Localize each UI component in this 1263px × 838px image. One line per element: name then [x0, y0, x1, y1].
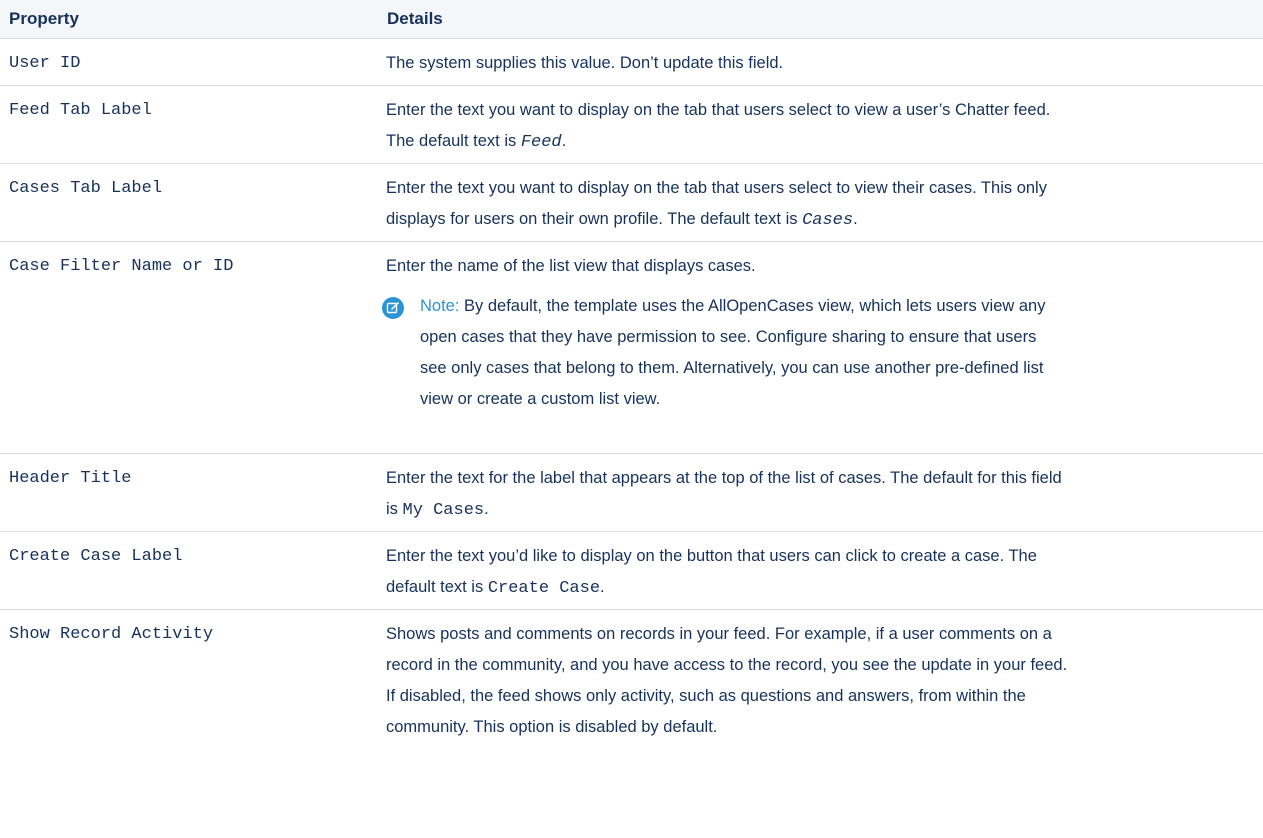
column-header-property: Property	[9, 9, 79, 28]
property-name: Create Case Label	[9, 547, 183, 566]
default-value-code: My Cases	[402, 501, 485, 520]
details-text: .	[600, 578, 605, 596]
property-details: Enter the text you want to display on th…	[380, 86, 1253, 163]
note-callout: Note: By default, the template uses the …	[382, 291, 1253, 415]
note-label: Note:	[420, 297, 460, 315]
details-line: displays for users on their own profile.…	[386, 204, 1253, 236]
column-header-details: Details	[387, 9, 443, 28]
property-name: Header Title	[9, 469, 132, 488]
details-line: default text is Create Case.	[386, 572, 1253, 604]
table-row: Create Case Label Enter the text you’d l…	[0, 532, 1263, 610]
details-text: displays for users on their own profile.…	[386, 210, 803, 228]
table-row: Case Filter Name or ID Enter the name of…	[0, 242, 1263, 454]
property-name: Feed Tab Label	[9, 101, 152, 120]
details-text: The default text is	[386, 132, 521, 150]
note-line: Note: By default, the template uses the …	[420, 291, 1046, 322]
details-line: Enter the text you’d like to display on …	[386, 547, 1037, 565]
details-line: is My Cases.	[386, 494, 1253, 526]
note-body: By default, the template uses the AllOpe…	[459, 297, 1046, 315]
details-text: .	[853, 210, 858, 228]
default-value-code: Create Case	[487, 579, 601, 598]
details-text: default text is	[386, 578, 488, 596]
property-name: Show Record Activity	[9, 625, 214, 644]
default-value-code: Cases	[802, 211, 854, 230]
property-name: Cases Tab Label	[9, 179, 163, 198]
property-details: Enter the text you want to display on th…	[380, 164, 1253, 241]
details-text: .	[561, 132, 567, 150]
details-line: Enter the text you want to display on th…	[386, 179, 1047, 197]
note-text: Note: By default, the template uses the …	[420, 291, 1046, 415]
table-row: Header Title Enter the text for the labe…	[0, 454, 1263, 532]
table-row: Cases Tab Label Enter the text you want …	[0, 164, 1263, 242]
table-row: Show Record Activity Shows posts and com…	[0, 610, 1263, 750]
table-row: User ID The system supplies this value. …	[0, 39, 1263, 86]
details-line: Enter the name of the list view that dis…	[386, 257, 756, 275]
details-line: Enter the text you want to display on th…	[386, 101, 1051, 119]
property-details: Enter the text you’d like to display on …	[380, 532, 1253, 609]
property-details: Enter the text for the label that appear…	[380, 454, 1253, 531]
edit-note-icon	[382, 297, 404, 319]
details-line: Shows posts and comments on records in y…	[386, 625, 1052, 643]
details-text: .	[484, 500, 489, 518]
table-row: Feed Tab Label Enter the text you want t…	[0, 86, 1263, 164]
note-line: see only cases that belong to them. Alte…	[420, 359, 1044, 377]
details-line: record in the community, and you have ac…	[386, 656, 1068, 674]
property-details: Enter the name of the list view that dis…	[380, 242, 1253, 453]
table-header: Property Details	[0, 0, 1263, 39]
details-line: Enter the text for the label that appear…	[386, 469, 1062, 487]
details-text: is	[386, 500, 403, 518]
property-details: Shows posts and comments on records in y…	[380, 610, 1253, 750]
property-name: User ID	[9, 54, 81, 73]
default-value-code: Feed	[520, 133, 562, 152]
property-details: The system supplies this value. Don’t up…	[386, 54, 784, 72]
details-line: The default text is Feed.	[386, 126, 1253, 158]
note-line: view or create a custom list view.	[420, 390, 661, 408]
property-name: Case Filter Name or ID	[9, 257, 234, 276]
details-line: If disabled, the feed shows only activit…	[386, 687, 1026, 705]
note-line: open cases that they have permission to …	[420, 328, 1037, 346]
properties-table: Property Details User ID The system supp…	[0, 0, 1263, 750]
details-line: community. This option is disabled by de…	[386, 718, 718, 736]
